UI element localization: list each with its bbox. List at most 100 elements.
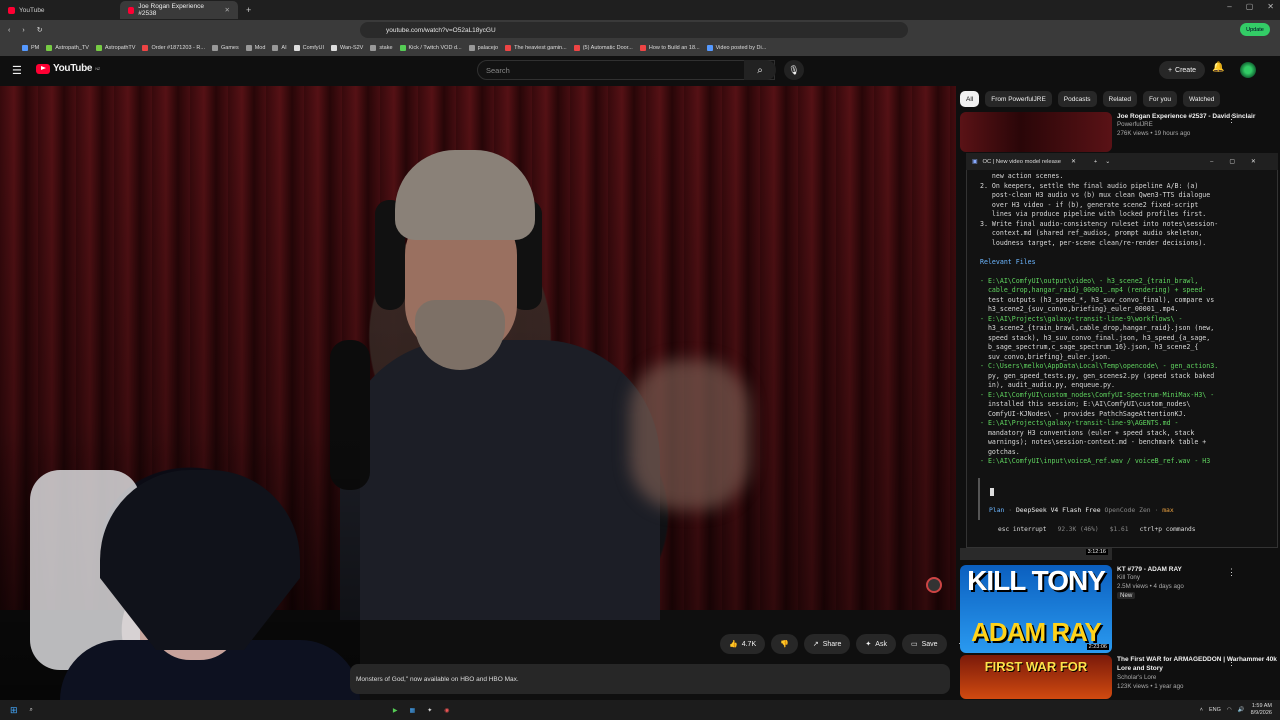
system-tray: ˄ ENG ◠ 🔊 1:59 AM 8/9/2026 — [1200, 703, 1272, 717]
back-icon[interactable]: ‹ — [8, 27, 10, 34]
search-input[interactable]: Search — [477, 60, 775, 80]
video-title[interactable]: Joe Rogan Experience #2537 - David Sincl… — [1117, 112, 1278, 121]
bookmark-item[interactable]: The heaviest gamin... — [505, 45, 567, 51]
clock[interactable]: 1:59 AM 8/9/2026 — [1251, 703, 1272, 717]
notifications-bell-icon[interactable]: 🔔 — [1212, 62, 1224, 73]
account-avatar[interactable] — [1240, 62, 1256, 78]
youtube-logo[interactable]: YouTube NZ — [36, 63, 100, 74]
bookmark-item[interactable]: palacejo — [468, 45, 498, 51]
bookmark-item[interactable]: Mod — [245, 45, 265, 51]
create-button[interactable]: + Create — [1159, 61, 1205, 79]
related-video[interactable]: FIRST WAR FOR The First WAR for ARMAGEDD… — [960, 655, 1278, 699]
bookmark-item[interactable]: AstropathTV — [95, 45, 135, 51]
language-indicator[interactable]: ENG — [1209, 707, 1221, 713]
url-text: youtube.com/watch?v=O52aL18ycGU — [386, 26, 496, 34]
chrome-icon[interactable]: ◉ — [444, 707, 449, 714]
plus-icon: + — [1167, 66, 1173, 74]
app-icon[interactable]: ✦ — [427, 707, 432, 714]
video-figure-shirt — [340, 340, 660, 620]
steam-icon[interactable]: ▶ — [393, 707, 398, 714]
bookmark-item[interactable]: Kick / Twitch VOD d... — [399, 45, 462, 51]
close-tab-icon[interactable]: ✕ — [225, 6, 230, 14]
share-button[interactable]: ↗ Share — [803, 634, 851, 654]
voice-search-button[interactable]: 🎙 — [784, 60, 804, 80]
channel-name[interactable]: Kill Tony — [1117, 574, 1278, 583]
channel-name[interactable]: PowerfulJRE — [1117, 121, 1278, 130]
chip-for-you[interactable]: For you — [1142, 91, 1177, 107]
bookmark-item[interactable]: Games — [211, 45, 239, 51]
more-vert-icon[interactable]: ⋮ — [1227, 114, 1236, 125]
chip-podcasts[interactable]: Podcasts — [1057, 91, 1097, 107]
maximize-icon[interactable]: ▢ — [1246, 2, 1254, 11]
video-figure-hand — [630, 360, 750, 510]
like-button[interactable]: 👍 4.7K — [720, 634, 766, 654]
dislike-button[interactable]: 👎 — [771, 634, 798, 654]
chip-related[interactable]: Related — [1102, 91, 1137, 107]
reload-icon[interactable]: ↻ — [37, 26, 43, 34]
video-title[interactable]: KT #779 - ADAM RAY — [1117, 565, 1278, 574]
terminal-line: post-clean H3 audio vs (b) mux clean Qwe… — [980, 191, 1211, 199]
share-icon: ↗ — [812, 641, 819, 648]
channel-watermark-icon[interactable] — [926, 577, 942, 593]
tray-overflow-icon[interactable]: ˄ — [1200, 707, 1203, 713]
window-controls: – ▢ ✕ — [1227, 2, 1274, 11]
menu-icon[interactable]: ☰ — [12, 64, 22, 77]
chip-from-channel[interactable]: From PowerfulJRE — [985, 91, 1052, 107]
channel-name[interactable]: Scholar's Lore — [1117, 674, 1278, 683]
effort-level[interactable]: max — [1162, 506, 1174, 514]
model-name[interactable]: DeepSeek V4 Flash Free — [1016, 506, 1101, 514]
windows-start-icon[interactable]: ⊞ — [10, 705, 18, 716]
volume-icon[interactable]: 🔊 — [1238, 707, 1245, 713]
bookmark-item[interactable]: Order #1871203 - R... — [142, 45, 205, 51]
chevron-down-icon[interactable]: ⌄ — [1105, 159, 1110, 165]
video-thumbnail[interactable]: KILL TONY ADAM RAY 2:23:06 — [960, 565, 1112, 653]
ask-button[interactable]: ✦ Ask — [856, 634, 896, 654]
minimize-icon[interactable]: – — [1227, 2, 1231, 11]
close-icon[interactable]: ✕ — [1251, 159, 1256, 165]
video-thumbnail[interactable] — [960, 112, 1112, 152]
bookmark-item[interactable]: AI — [272, 45, 287, 51]
chip-watched[interactable]: Watched — [1182, 91, 1221, 107]
minimize-icon[interactable]: – — [1210, 159, 1213, 165]
bookmark-item[interactable]: stake — [370, 45, 393, 51]
bookmark-item[interactable]: (5) Automatic Door... — [573, 45, 633, 51]
youtube-play-icon — [36, 63, 50, 74]
agent-mode[interactable]: Plan — [989, 506, 1004, 514]
new-tab-icon[interactable]: + — [246, 5, 251, 15]
new-tab-icon[interactable]: + — [1094, 159, 1097, 165]
search-icon[interactable]: ⌕ — [30, 707, 33, 714]
close-icon[interactable]: ✕ — [1267, 2, 1274, 11]
wifi-icon[interactable]: ◠ — [1227, 707, 1232, 713]
forward-icon[interactable]: › — [22, 27, 24, 34]
bookmark-item[interactable]: Video posted by Di... — [706, 45, 766, 51]
bookmark-item[interactable]: Astropath_TV — [46, 45, 89, 51]
bookmark-item[interactable]: Wan-S2V — [331, 45, 363, 51]
terminal-tab-title[interactable]: OC | New video model release — [982, 159, 1061, 165]
related-video[interactable]: Joe Rogan Experience #2537 - David Sincl… — [960, 112, 1278, 152]
video-thumbnail[interactable]: FIRST WAR FOR — [960, 655, 1112, 699]
like-count: 4.7K — [741, 640, 757, 648]
save-button[interactable]: ▭ Save — [901, 634, 947, 654]
more-vert-icon[interactable]: ⋮ — [1227, 657, 1236, 668]
thumbs-up-icon: 👍 — [729, 641, 738, 648]
session-cost: $1.61 — [1109, 526, 1129, 533]
video-stats: 123K views • 1 year ago — [1117, 682, 1184, 690]
maximize-icon[interactable]: ▢ — [1229, 159, 1234, 165]
update-button[interactable]: Update — [1240, 23, 1270, 36]
bookmark-item[interactable]: PM — [22, 45, 39, 51]
bookmark-item[interactable]: How to Build an 18... — [639, 45, 700, 51]
search-button[interactable]: ⌕ — [744, 60, 776, 80]
url-bar[interactable]: youtube.com/watch?v=O52aL18ycGU — [360, 22, 908, 38]
browser-tab-active[interactable]: Joe Rogan Experience #2538 ✕ — [120, 1, 238, 19]
more-vert-icon[interactable]: ⋮ — [1227, 567, 1236, 578]
video-title[interactable]: The First WAR for ARMAGEDDON | Warhammer… — [1117, 655, 1278, 674]
browser-tab-youtube[interactable]: YouTube — [0, 1, 120, 19]
chip-all[interactable]: All — [960, 91, 980, 107]
file-explorer-icon[interactable]: ▦ — [410, 707, 416, 714]
bookmark-item[interactable]: ComfyUI — [293, 45, 324, 51]
video-thumbnail-partial[interactable]: 3:12:16 — [960, 548, 1112, 560]
close-tab-icon[interactable]: ✕ — [1071, 159, 1076, 165]
related-video[interactable]: KILL TONY ADAM RAY 2:23:06 KT #779 - ADA… — [960, 565, 1278, 653]
